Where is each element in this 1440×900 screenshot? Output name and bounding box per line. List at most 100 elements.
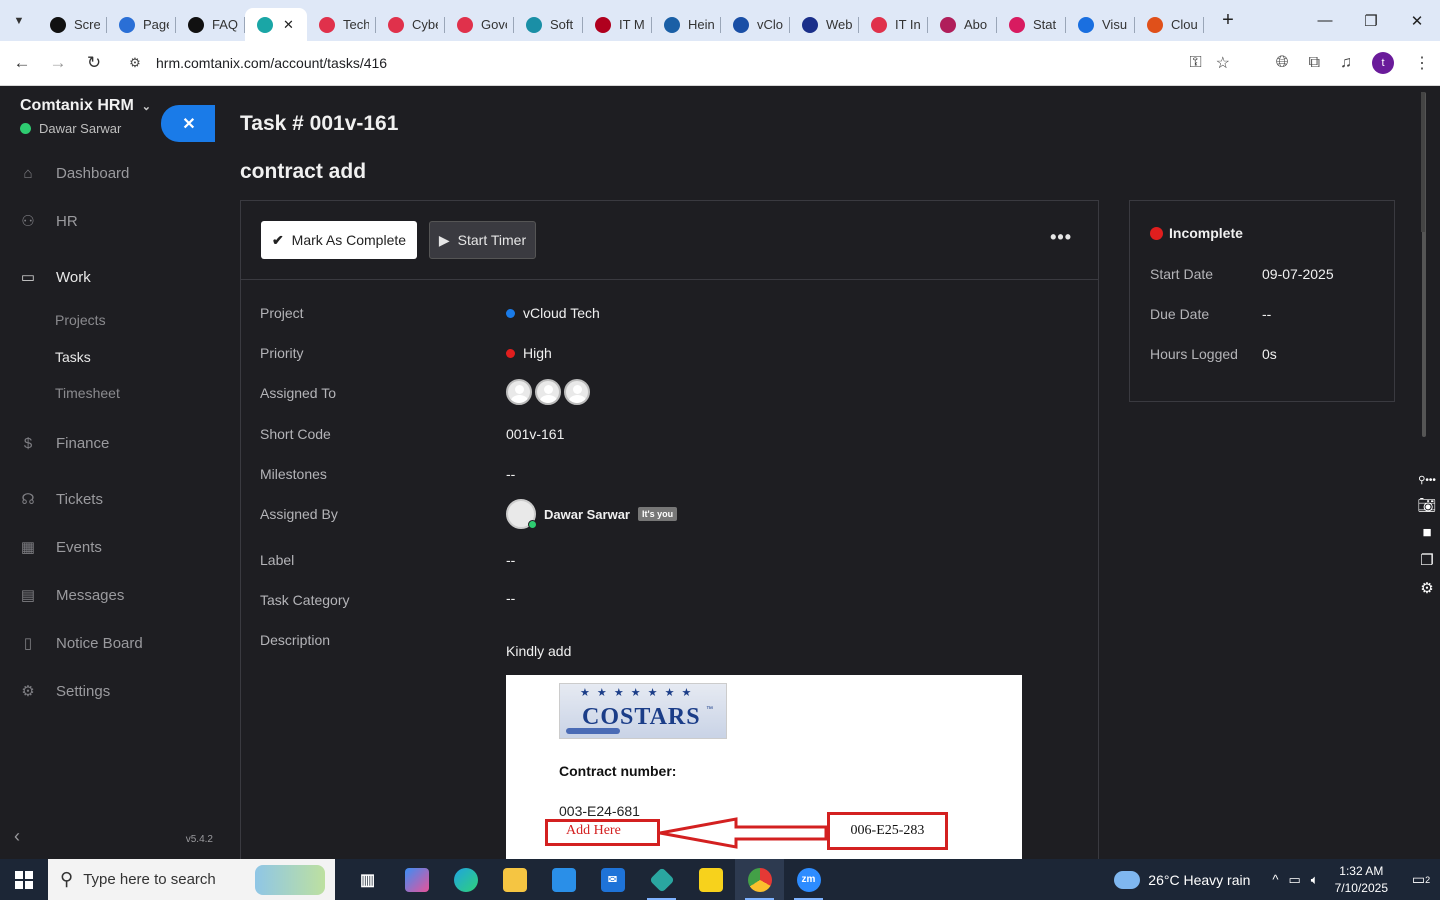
new-tab-button[interactable]: + — [1214, 9, 1242, 32]
task-actions-bar: ✔ Mark As Complete ▶ Start Timer ••• — [241, 201, 1098, 280]
sidebar-subitem-projects[interactable]: Projects — [55, 312, 106, 328]
sidebar-item-tickets[interactable]: ☊ Tickets — [0, 479, 215, 519]
chrome-icon[interactable] — [735, 859, 784, 900]
browser-toolbar-right: 🌐︎ ⧉ ♫ t ⋮ — [1276, 46, 1430, 80]
project-value[interactable]: vCloud Tech — [506, 305, 600, 321]
profile-avatar[interactable]: t — [1372, 52, 1394, 74]
forward-button[interactable]: → — [40, 45, 76, 81]
assigned-by-value: Dawar Sarwar It's you — [506, 499, 678, 529]
chevron-down-icon: ⌄ — [141, 101, 151, 113]
sidebar-item-finance[interactable]: $ Finance — [0, 423, 215, 463]
browser-tab[interactable]: Abo — [928, 8, 997, 41]
brand-menu[interactable]: Comtanix HRM ⌄ — [20, 97, 151, 115]
sidebar-item-settings[interactable]: ⚙ Settings — [0, 671, 215, 711]
due-date-value: -- — [1262, 306, 1272, 322]
home-icon: ⌂ — [23, 164, 33, 182]
taskbar-search[interactable]: ⚲ Type here to search — [48, 859, 335, 900]
browser-tab[interactable]: Scre — [38, 8, 107, 41]
sidebar-item-work[interactable]: ▭ Work — [0, 257, 215, 297]
minimize-button[interactable]: — — [1302, 0, 1348, 41]
notification-center-icon[interactable]: ▭ 2 — [1402, 871, 1440, 888]
page-scrollbar[interactable] — [1421, 92, 1426, 437]
browser-tab[interactable]: IT In — [859, 8, 928, 41]
bookmark-star-icon[interactable]: ☆ — [1216, 53, 1230, 73]
window-icon[interactable]: ❐ — [1420, 551, 1433, 569]
tab-search-button[interactable]: ▼ — [6, 8, 32, 34]
browser-tab[interactable]: Clou — [1135, 8, 1204, 41]
start-timer-button[interactable]: ▶ Start Timer — [429, 221, 536, 259]
browser-tab[interactable]: Tech — [307, 8, 376, 41]
tray-icons: ^ ▭ 🔈︎ — [1272, 872, 1318, 888]
omnibox[interactable]: ⚙ hrm.comtanix.com/account/tasks/416 ⚿ ☆ — [120, 46, 1230, 80]
camera-icon[interactable]: 📷︎ — [1417, 496, 1436, 514]
browser-tab[interactable]: Cybe — [376, 8, 445, 41]
scroll-thumb[interactable] — [1421, 92, 1425, 232]
description-attachment-image[interactable]: ★ ★ ★ ★ ★ ★ ★ COSTARS ™ Contract number:… — [506, 675, 1022, 859]
browser-tab[interactable]: IT M — [583, 8, 652, 41]
app-diamond-icon[interactable] — [637, 859, 686, 900]
browser-menu-icon[interactable]: ⋮ — [1414, 53, 1430, 73]
browser-tab[interactable]: Hein — [652, 8, 721, 41]
browser-tab[interactable]: vClo — [721, 8, 790, 41]
browser-tab[interactable]: Stat — [997, 8, 1066, 41]
browser-tab[interactable]: Page — [107, 8, 176, 41]
media-control-icon[interactable]: ♫ — [1340, 54, 1352, 72]
browser-tab[interactable]: Visu — [1066, 8, 1135, 41]
volume-icon[interactable]: 🔈︎ — [1311, 872, 1319, 888]
project-label: Project — [260, 305, 304, 321]
site-info-icon[interactable]: ⚙ — [120, 55, 150, 71]
zoom-icon[interactable]: zm — [784, 859, 833, 900]
more-options-icon[interactable]: ••• — [1050, 227, 1072, 248]
close-tab-icon[interactable]: ✕ — [283, 17, 294, 33]
extensions-icon[interactable]: ⧉ — [1309, 54, 1320, 72]
sidebar-item-label: HR — [56, 212, 78, 230]
clock-time: 1:32 AM — [1339, 863, 1384, 878]
browser-tab[interactable]: FAQ — [176, 8, 245, 41]
gear-icon[interactable]: ⚙ — [1420, 579, 1433, 597]
sidebar-item-dashboard[interactable]: ⌂ Dashboard — [0, 153, 215, 193]
sidebar-item-hr[interactable]: ⚇ HR — [0, 201, 215, 241]
sidebar-item-messages[interactable]: ▤ Messages — [0, 575, 215, 615]
microsoft-store-icon[interactable] — [539, 859, 588, 900]
start-button[interactable] — [0, 859, 48, 900]
mark-complete-button[interactable]: ✔ Mark As Complete — [261, 221, 417, 259]
copilot-icon[interactable] — [392, 859, 441, 900]
mail-icon[interactable]: ✉ — [588, 859, 637, 900]
contract-number-label: Contract number: — [559, 763, 677, 779]
browser-tab[interactable]: Web — [790, 8, 859, 41]
maximize-button[interactable]: ❐ — [1348, 0, 1394, 41]
task-status: Incomplete — [1150, 225, 1243, 241]
file-explorer-icon[interactable] — [490, 859, 539, 900]
avatar[interactable] — [564, 379, 590, 405]
avatar[interactable] — [506, 499, 537, 529]
github-icon — [188, 16, 204, 33]
network-icon[interactable]: ▭ — [1289, 872, 1301, 888]
avatar[interactable] — [506, 379, 532, 405]
task-view-icon[interactable]: ▥ — [343, 859, 392, 900]
translate-icon[interactable]: 🌐︎ — [1276, 54, 1289, 72]
video-icon[interactable]: ■ — [1422, 524, 1431, 541]
back-button[interactable]: ← — [4, 45, 40, 81]
project-name[interactable]: vCloud Tech — [523, 305, 600, 321]
sidebar-subitem-timesheet[interactable]: Timesheet — [55, 385, 120, 401]
chevron-up-icon[interactable]: ^ — [1272, 872, 1278, 887]
browser-tab[interactable]: Soft — [514, 8, 583, 41]
avatar[interactable] — [535, 379, 561, 405]
browser-tab[interactable]: Gove — [445, 8, 514, 41]
sidebar-subitem-tasks[interactable]: Tasks — [55, 349, 91, 365]
url-text[interactable]: hrm.comtanix.com/account/tasks/416 — [156, 55, 387, 71]
assigned-by-name[interactable]: Dawar Sarwar — [544, 507, 630, 522]
weather-widget[interactable]: 26°C Heavy rain — [1114, 870, 1250, 889]
sticky-notes-icon[interactable] — [686, 859, 735, 900]
sidebar-item-events[interactable]: ▦ Events — [0, 527, 215, 567]
edge-icon[interactable] — [441, 859, 490, 900]
close-sidebar-button[interactable]: ✕ — [161, 105, 217, 142]
reload-button[interactable]: ↻ — [76, 45, 112, 81]
link-icon[interactable]: ⚲••• — [1418, 475, 1436, 486]
clock[interactable]: 1:32 AM 7/10/2025 — [1335, 863, 1388, 897]
sidebar-item-notice-board[interactable]: ▯ Notice Board — [0, 623, 215, 663]
password-key-icon[interactable]: ⚿ — [1189, 54, 1201, 72]
tab-active[interactable]: ✕ — [245, 8, 307, 41]
close-window-button[interactable]: ✕ — [1394, 0, 1440, 41]
collapse-sidebar-icon[interactable]: ‹ — [14, 826, 20, 847]
